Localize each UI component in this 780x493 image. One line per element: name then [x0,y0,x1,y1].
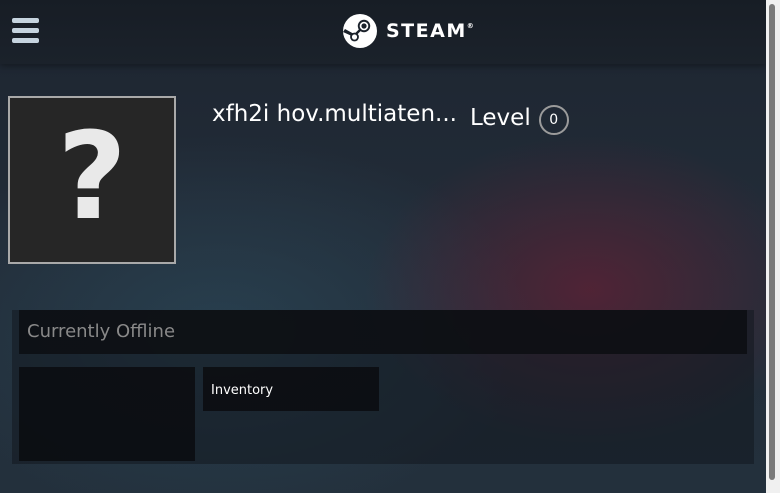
steam-logo[interactable]: STEAM® [342,13,474,49]
question-mark-icon: ? [57,108,127,247]
persona-name: xfh2i hov.multiaten... [212,101,457,127]
hamburger-menu-icon[interactable] [12,18,40,44]
profile-level: Level 0 [470,101,569,135]
online-status: Currently Offline [27,321,176,342]
top-bar: STEAM® [0,0,766,64]
steam-logo-icon [343,14,377,48]
inventory-label: Inventory [211,383,274,398]
level-label: Level [470,105,531,131]
level-badge[interactable]: 0 [538,105,569,135]
inventory-link[interactable]: Inventory [203,367,379,411]
steam-wordmark: STEAM® [386,20,474,42]
scrollbar-thumb[interactable] [769,4,775,480]
avatar: ? [8,96,176,264]
empty-tile [19,367,195,461]
